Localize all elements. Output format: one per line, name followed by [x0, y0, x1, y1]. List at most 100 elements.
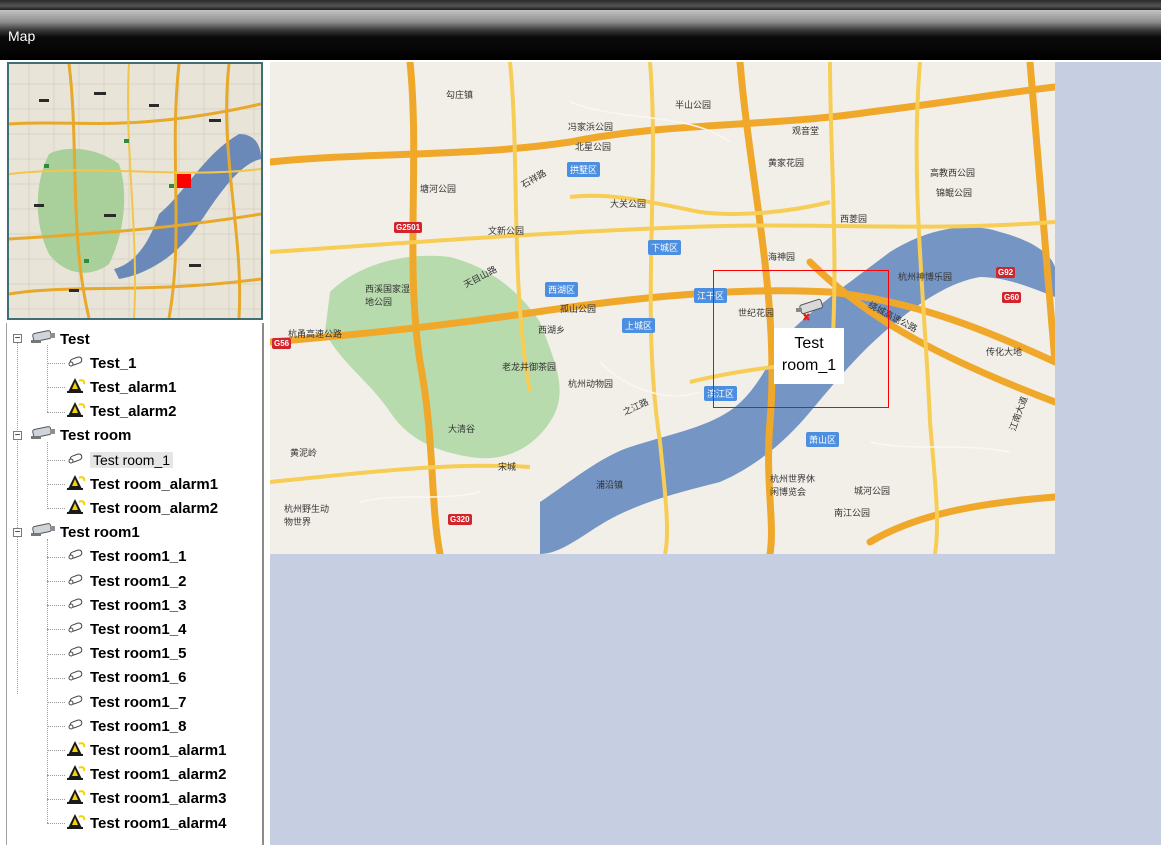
tree-connector	[47, 442, 48, 509]
window-title: Map	[8, 28, 36, 44]
tree-item[interactable]: Test room1_alarm1	[65, 738, 226, 762]
overview-position-marker	[177, 174, 191, 188]
camera-icon	[65, 619, 87, 640]
tree-item[interactable]: Test_alarm2	[65, 400, 176, 424]
tree-item[interactable]: Test room1_2	[65, 569, 186, 593]
tree-connector	[47, 484, 65, 486]
tree-item-label: Test_1	[90, 354, 137, 372]
tree-item-label: Test room1_7	[90, 693, 187, 711]
tree-item-label: Test room1_alarm4	[90, 814, 227, 832]
tree-group[interactable]: Test	[29, 327, 90, 351]
tree-connector	[47, 823, 65, 824]
tree-group[interactable]: Test room	[29, 424, 131, 448]
tree-item[interactable]: Test_1	[65, 351, 136, 375]
tree-connector	[47, 726, 65, 728]
poi-label: 黄泥岭	[290, 448, 318, 458]
tree-item[interactable]: Test room1_7	[65, 690, 186, 714]
tree-connector	[47, 798, 65, 800]
highway-shield: G92	[996, 267, 1016, 278]
tree-item-label: Test room1_alarm1	[90, 741, 227, 759]
tree-group-label: Test room1	[60, 524, 140, 542]
poi-label: 黄家花园	[768, 158, 805, 168]
camera-icon	[65, 692, 87, 713]
tree-connector	[47, 605, 65, 607]
alarm-icon	[65, 811, 87, 836]
tree-item[interactable]: Test room1_alarm3	[65, 787, 226, 811]
poi-label: 塘河公园	[420, 184, 457, 194]
alarm-icon	[65, 738, 87, 763]
camera-icon	[65, 667, 87, 688]
tree-connector	[47, 629, 65, 631]
tree-item[interactable]: Test room1_alarm2	[65, 763, 226, 787]
tree-group-label: Test	[60, 330, 90, 348]
tree-item-label: Test room1_8	[90, 717, 187, 735]
x-mark-icon	[803, 313, 810, 321]
tree-item-label: Test_alarm1	[90, 378, 177, 396]
tree-connector	[47, 581, 65, 582]
poi-label: 冯家浜公园	[568, 122, 614, 132]
tree-group[interactable]: Test room1	[29, 521, 140, 545]
poi-label: 宋城	[498, 462, 517, 472]
poi-label: 大关公园	[610, 199, 647, 209]
poi-label: 勾庄镇	[446, 90, 474, 100]
tree-item[interactable]: Test room1_alarm4	[65, 811, 226, 835]
tree-item-label: Test room_1	[90, 452, 174, 468]
tree-connector	[47, 556, 65, 558]
poi-label: 观音堂	[792, 126, 820, 136]
tree-item[interactable]: Test room1_8	[65, 714, 186, 738]
map-viewport[interactable]: 勾庄镇 半山公园 冯家浜公园 北星公园 观音堂 黄家花园 塘河公园 大关公园 文…	[270, 62, 1161, 845]
highway-shield: G56	[272, 338, 292, 349]
poi-label: 孤山公园	[560, 304, 597, 314]
poi-label: 杭州世界休闲博览会	[770, 474, 816, 497]
district-label: 西湖区	[545, 282, 579, 297]
tree-item[interactable]: Test room_alarm2	[65, 496, 218, 520]
camera-group-icon	[29, 328, 57, 351]
tree-expander-icon[interactable]: −	[13, 430, 22, 440]
camera-group-icon	[29, 521, 57, 544]
tree-item-label: Test room_alarm2	[90, 499, 219, 517]
alarm-icon	[65, 786, 87, 811]
tree-item[interactable]: Test room1_3	[65, 593, 186, 617]
tree-connector	[47, 702, 65, 703]
tree-connector	[47, 677, 65, 679]
tree-expander-icon[interactable]: −	[13, 334, 22, 344]
highway-shield: G2501	[394, 222, 423, 233]
tree-item[interactable]: Test room_alarm1	[65, 472, 218, 496]
tree-item[interactable]: Test room1_1	[65, 545, 186, 569]
camera-icon	[65, 643, 87, 664]
window-titlebar: Map	[0, 10, 1161, 60]
device-tree[interactable]: − Test Test_1 Test_alarm1 Test_alarm2 − Test r…	[6, 323, 264, 845]
poi-label: 西湖乡	[538, 325, 566, 335]
tree-connector	[17, 341, 18, 694]
tree-connector	[47, 750, 65, 752]
tree-connector	[47, 363, 65, 365]
tree-item-label: Test room1_1	[90, 548, 187, 566]
tree-item[interactable]: Test room1_5	[65, 642, 186, 666]
poi-label: 北星公园	[575, 142, 612, 152]
tree-item-label: Test room1_alarm2	[90, 766, 227, 784]
tree-item-label: Test room1_5	[90, 645, 187, 663]
alarm-icon	[65, 375, 87, 400]
camera-icon	[65, 353, 87, 374]
poi-label: 杭州野生动物世界	[284, 504, 330, 527]
device-label-line: room_1	[781, 357, 837, 374]
map-camera-icon[interactable]	[796, 296, 828, 322]
tree-connector	[47, 460, 65, 461]
camera-icon	[65, 450, 87, 471]
alarm-icon	[65, 472, 87, 497]
overview-minimap[interactable]	[7, 62, 263, 320]
map-device-label[interactable]: Test room_1	[774, 328, 844, 384]
tree-item-label: Test room_alarm1	[90, 475, 219, 493]
tree-connector	[47, 653, 65, 655]
tree-item-label: Test room1_4	[90, 620, 187, 638]
tree-item[interactable]: Test room1_6	[65, 666, 186, 690]
tree-expander-icon[interactable]: −	[13, 527, 22, 537]
device-label-line: Test	[794, 335, 824, 352]
alarm-icon	[65, 762, 87, 787]
tree-item[interactable]: Test_alarm1	[65, 375, 176, 399]
tree-item[interactable]: Test room1_4	[65, 617, 186, 641]
tree-item[interactable]: Test room_1	[65, 448, 174, 472]
tree-connector	[47, 508, 65, 510]
poi-label: 城河公园	[854, 486, 891, 496]
city-map[interactable]: 勾庄镇 半山公园 冯家浜公园 北星公园 观音堂 黄家花园 塘河公园 大关公园 文…	[270, 62, 1055, 554]
